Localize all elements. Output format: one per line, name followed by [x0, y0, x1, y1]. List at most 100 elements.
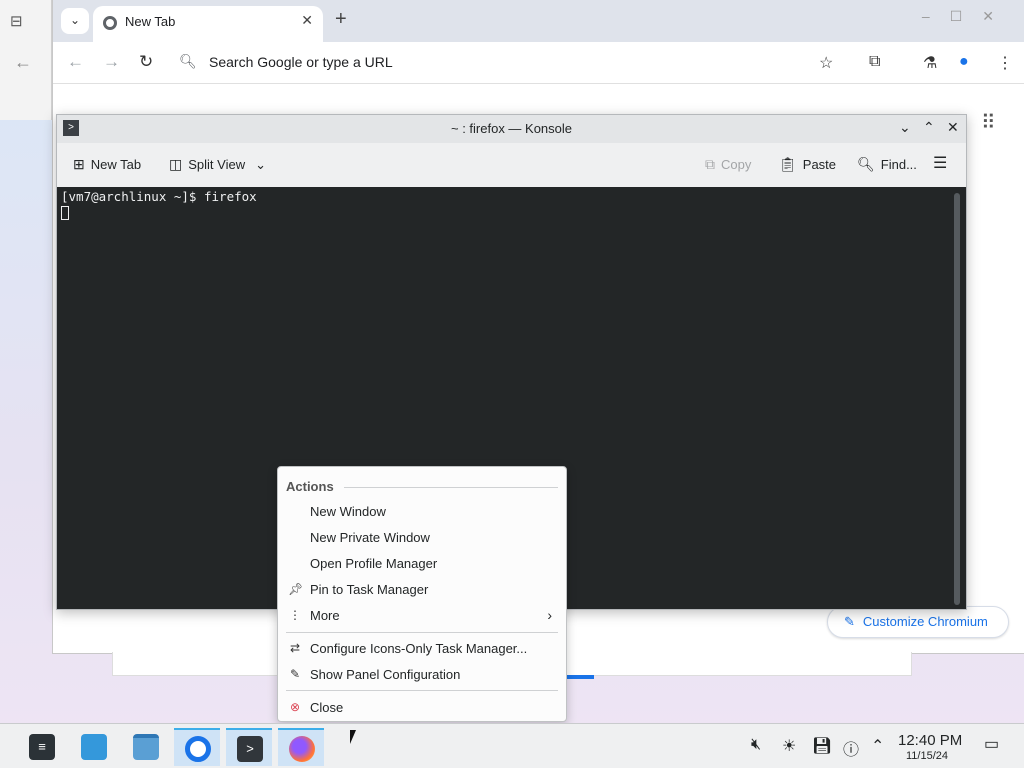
menu-icon[interactable]: ⋮ — [997, 53, 1013, 73]
taskbar: ≡ > 🔇︎ ☀ 💾︎ ⓘ ⌃ 12:40 PM 11/15/24 ▭ — [0, 723, 1024, 768]
chevron-up-icon[interactable]: ⌃ — [871, 736, 884, 756]
folder-icon — [133, 734, 159, 760]
find-button[interactable]: 🔍︎ Find... — [857, 156, 917, 173]
tab-strip: ⌄ New Tab ✕ + –☐✕ — [53, 0, 1024, 42]
new-tab-button[interactable]: ⊞ New Tab — [73, 156, 141, 173]
hamburger-menu-icon[interactable]: ☰ — [933, 153, 947, 173]
more-vertical-icon: ⋮ — [289, 608, 301, 622]
menu-item-more[interactable]: ⋮ More › — [278, 604, 566, 628]
konsole-titlebar[interactable]: > ~ : firefox — Konsole ⌄ ⌃ ✕ — [57, 115, 966, 143]
maximize-icon[interactable]: ☐ — [950, 8, 983, 24]
omnibox-placeholder: Search Google or type a URL — [209, 54, 393, 70]
konsole-title: ~ : firefox — Konsole — [450, 121, 573, 136]
terminal-scrollbar[interactable] — [954, 193, 960, 605]
close-window-icon[interactable]: ✕ — [982, 8, 1014, 24]
menu-item-label: Pin to Task Manager — [310, 582, 429, 597]
task-chromium[interactable] — [174, 728, 220, 766]
window-controls: –☐✕ — [922, 8, 1014, 25]
firefox-icon — [289, 736, 315, 762]
find-label: Find... — [880, 157, 917, 172]
omnibox[interactable]: 🔍︎ Search Google or type a URL — [165, 47, 845, 79]
task-dolphin[interactable] — [122, 728, 168, 766]
close-circle-icon: ⊗ — [289, 700, 301, 714]
menu-item-label: Configure Icons-Only Task Manager... — [310, 641, 528, 656]
divider — [286, 632, 558, 633]
paste-button[interactable]: 📋︎ Paste — [779, 156, 836, 173]
pin-icon: 📌︎ — [288, 582, 304, 596]
new-tab-button[interactable]: + — [335, 8, 347, 31]
divider — [344, 487, 558, 488]
maximize-icon[interactable]: ⌃ — [923, 119, 935, 136]
tab-search-button[interactable]: ⌄ — [61, 8, 89, 34]
minimize-icon[interactable]: – — [922, 8, 950, 24]
chevron-down-icon: ⌄ — [255, 157, 266, 172]
task-konsole[interactable]: > — [226, 728, 272, 766]
menu-section-header: Actions — [286, 479, 334, 494]
menu-item-label: New Private Window — [310, 530, 430, 545]
menu-item-new-private-window[interactable]: New Private Window — [278, 526, 566, 550]
task-discover[interactable] — [70, 728, 116, 766]
menu-item-label: Show Panel Configuration — [310, 667, 461, 682]
profile-icon[interactable]: ● — [959, 53, 969, 71]
application-launcher[interactable]: ≡ — [18, 728, 64, 766]
customize-chromium-button[interactable]: ✎ Customize Chromium — [827, 606, 1009, 638]
search-icon: 🔍︎ — [857, 156, 875, 172]
copy-icon: ⧉ — [705, 156, 715, 172]
extensions-icon[interactable]: ⧉ — [869, 53, 880, 71]
launcher-icon: ≡ — [29, 734, 55, 760]
menu-item-label: More — [310, 608, 340, 623]
split-view-label: Split View — [188, 157, 246, 172]
paste-icon: 📋︎ — [779, 156, 797, 172]
menu-item-open-profile-manager[interactable]: Open Profile Manager — [278, 552, 566, 576]
configure-icon: ⇄ — [289, 641, 301, 655]
back-icon[interactable]: ← — [67, 52, 84, 72]
address-toolbar: ← → ↻ 🔍︎ Search Google or type a URL ☆ ⧉… — [53, 42, 1024, 84]
star-icon[interactable]: ☆ — [819, 53, 833, 73]
back-arrow-icon[interactable]: ← — [14, 52, 32, 73]
tab-list-icon[interactable]: ⊟ — [10, 12, 28, 30]
brightness-icon[interactable]: ☀ — [782, 736, 796, 756]
copy-button[interactable]: ⧉ Copy — [705, 156, 751, 173]
chevron-right-icon: › — [547, 607, 552, 623]
konsole-icon: > — [237, 736, 263, 762]
mouse-pointer — [350, 730, 356, 744]
chromium-icon — [185, 736, 211, 762]
progress-indicator — [566, 675, 594, 679]
menu-item-new-window[interactable]: New Window — [278, 500, 566, 524]
labs-icon[interactable]: ⚗ — [923, 53, 937, 73]
paste-label: Paste — [802, 157, 837, 172]
split-view-icon: ◫ — [169, 156, 183, 172]
menu-item-show-panel-configuration[interactable]: ✎ Show Panel Configuration — [278, 663, 566, 687]
volume-muted-icon[interactable]: 🔇︎ — [751, 736, 761, 754]
tab-title: New Tab — [125, 14, 176, 29]
menu-item-configure-task-manager[interactable]: ⇄ Configure Icons-Only Task Manager... — [278, 637, 566, 661]
background-window: ⊟ ← — [0, 0, 52, 120]
menu-item-close[interactable]: ⊗ Close — [278, 696, 566, 720]
forward-icon[interactable]: → — [103, 52, 120, 72]
terminal-cursor — [61, 206, 69, 220]
task-firefox[interactable] — [278, 728, 324, 766]
split-view-button[interactable]: ◫ Split View ⌄ — [169, 156, 266, 173]
terminal-line: [vm7@archlinux ~]$ firefox — [61, 189, 257, 204]
help-icon[interactable]: ⓘ — [843, 736, 859, 760]
close-icon[interactable]: ✕ — [947, 119, 959, 136]
divider — [286, 690, 558, 691]
clock-date: 11/15/24 — [906, 750, 949, 762]
menu-item-label: Close — [310, 700, 344, 715]
discover-icon — [81, 734, 107, 760]
reload-icon[interactable]: ↻ — [139, 52, 153, 72]
close-tab-icon[interactable]: ✕ — [301, 12, 313, 29]
new-tab-icon: ⊞ — [73, 156, 85, 172]
customize-label: Customize Chromium — [862, 614, 988, 629]
task-context-menu: Actions New Window New Private Window Op… — [277, 466, 567, 722]
show-desktop-icon[interactable]: ▭ — [984, 734, 999, 754]
menu-item-label: New Window — [310, 504, 386, 519]
chromium-favicon-icon — [103, 16, 117, 30]
tab-new-tab[interactable]: New Tab ✕ — [93, 6, 323, 42]
minimize-icon[interactable]: ⌄ — [899, 119, 911, 136]
storage-icon[interactable]: 💾︎ — [812, 736, 832, 756]
apps-grid-icon[interactable]: ⠿ — [981, 110, 996, 135]
menu-item-label: Open Profile Manager — [310, 556, 438, 571]
menu-item-pin-to-task-manager[interactable]: 📌︎ Pin to Task Manager — [278, 578, 566, 602]
copy-label: Copy — [721, 157, 752, 172]
